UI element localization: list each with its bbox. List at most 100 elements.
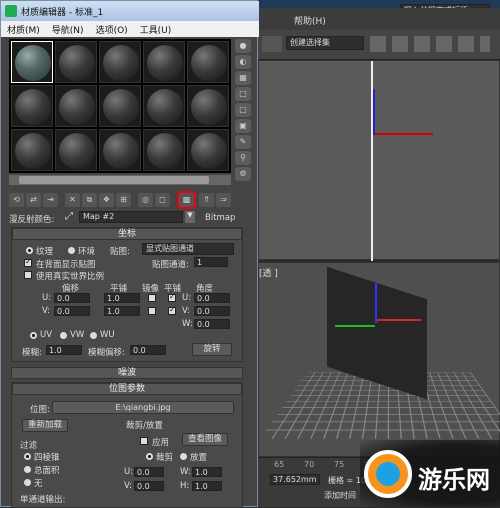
blur-offset-label: 模糊偏移: [88,348,125,358]
menu-options[interactable]: 选项(O) [90,21,134,38]
w-angle-spinner[interactable]: 0.0 [194,319,230,329]
put-to-scene-icon[interactable]: ⇄ [26,193,41,207]
material-id-icon[interactable]: ◎ [138,193,153,207]
sample-slot[interactable] [187,41,229,83]
options-icon[interactable]: ✎ [235,135,251,149]
wu-radio[interactable] [90,332,97,339]
apply-checkbox[interactable] [140,437,148,445]
u-offset-spinner[interactable]: 0.0 [54,293,90,303]
coord-field[interactable]: 37.652mm [270,474,320,485]
u-mirror-checkbox[interactable] [148,294,156,302]
v-offset-spinner[interactable]: 0.0 [54,306,90,316]
crop-v-spinner[interactable]: 0.0 [134,481,164,491]
sample-slot[interactable] [11,129,53,171]
reset-map-icon[interactable]: ✕ [65,193,80,207]
crop-w-spinner[interactable]: 1.0 [192,467,222,477]
sample-slot[interactable] [143,41,185,83]
video-check-icon[interactable]: ▢ [235,103,251,117]
mapping-dropdown[interactable]: 显式贴图通道 [142,243,234,255]
noise-rollout-title[interactable]: 噪波 [11,367,243,379]
v-mirror-checkbox[interactable] [148,307,156,315]
v-label: V: [42,306,50,316]
sample-slot[interactable] [99,41,141,83]
menu-material[interactable]: 材质(M) [1,21,46,38]
menu-utilities[interactable]: 工具(U) [134,21,178,38]
uv-tiling-icon[interactable]: □ [235,87,251,101]
blur-offset-spinner[interactable]: 0.0 [130,345,166,355]
sample-slot[interactable] [55,85,97,127]
reload-button[interactable]: 重新加载 [22,419,68,432]
assign-material-icon[interactable]: ⇥ [43,193,58,207]
crop-radio[interactable] [146,453,153,460]
rotate-button[interactable]: 旋转 [192,343,232,356]
sample-slot[interactable] [55,129,97,171]
u-label: U: [42,293,52,303]
map-type-button[interactable]: Bitmap [205,213,235,223]
go-to-parent-icon[interactable]: ⇑ [199,193,214,207]
map-name-field[interactable]: Map #2 [79,211,183,223]
chevron-down-icon[interactable]: ▼ [185,211,195,223]
sample-slot[interactable] [187,85,229,127]
preview-icon[interactable]: ▣ [235,119,251,133]
backlight-icon[interactable]: ◐ [235,55,251,69]
get-material-icon[interactable]: ⟲ [9,193,24,207]
u-tiling-spinner[interactable]: 1.0 [104,293,140,303]
make-copy-icon[interactable]: ⧉ [82,193,97,207]
v-tiling-spinner[interactable]: 1.0 [104,306,140,316]
select-by-material-icon[interactable]: ⚲ [235,151,251,165]
scroll-thumb[interactable] [19,176,209,184]
sample-slot[interactable] [143,129,185,171]
v-tile-checkbox[interactable] [168,305,176,315]
bitmap-path-button[interactable]: E:\qiangbi.jpg [52,401,234,414]
bitmap-rollout-title[interactable]: 位图参数 [12,383,242,395]
view-image-button[interactable]: 查看图像 [182,433,228,446]
sample-slot[interactable] [99,129,141,171]
texture-radio[interactable] [26,247,33,254]
u-tile-checkbox[interactable] [168,292,176,302]
show-end-result-icon[interactable]: ◻ [155,193,170,207]
summed-radio[interactable] [24,466,31,473]
environ-radio[interactable] [68,247,75,254]
tick-label: 75 [334,460,345,469]
channel-spinner[interactable]: 1 [194,257,228,267]
select-set-dropdown[interactable]: 创建选择集 [286,36,364,50]
sample-slot[interactable] [187,129,229,171]
show-map-in-viewport-icon[interactable]: ▩ [177,191,196,209]
sample-slot[interactable] [143,85,185,127]
show-back-checkbox[interactable] [24,257,32,267]
none-radio[interactable] [24,479,31,486]
coords-rollout-title[interactable]: 坐标 [12,228,242,240]
app-icon [5,5,17,17]
sample-slot[interactable] [11,85,53,127]
sample-slot[interactable] [99,85,141,127]
put-to-library-icon[interactable]: ⊞ [116,193,131,207]
pyramidal-radio[interactable] [24,453,31,460]
crop-u-spinner[interactable]: 0.0 [134,467,164,477]
crop-h-spinner[interactable]: 1.0 [192,481,222,491]
sample-slot[interactable] [11,41,53,83]
vw-radio[interactable] [60,332,67,339]
viewport-perspective[interactable]: [透 ] [258,262,500,457]
viewport-label: [透 ] [259,269,278,279]
place-radio[interactable] [180,453,187,460]
material-navigator-icon[interactable]: ⚙ [235,167,251,181]
real-world-checkbox[interactable] [24,271,32,279]
viewport-top[interactable] [258,60,500,261]
sample-slot[interactable] [55,41,97,83]
make-unique-icon[interactable]: ❖ [99,193,114,207]
add-time-tag[interactable]: 添加时间 [324,490,356,501]
background-icon[interactable]: ▦ [235,71,251,85]
v-angle-spinner[interactable]: 0.0 [194,306,230,316]
menu-navigation[interactable]: 导航(N) [46,21,90,38]
host-tool-icon[interactable] [262,36,282,52]
sample-type-icon[interactable]: ● [235,39,251,53]
host-tool-icons[interactable] [370,36,490,52]
go-forward-sibling-icon[interactable]: ⇒ [216,193,231,207]
uv-radio[interactable] [30,332,37,339]
u-angle-spinner[interactable]: 0.0 [194,293,230,303]
eyedropper-icon[interactable]: ⤢ [65,211,73,222]
blur-spinner[interactable]: 1.0 [46,345,82,355]
slot-scrollbar[interactable] [9,175,231,185]
host-help-menu[interactable]: 帮助(H) [294,14,326,27]
sphere-icon [15,89,51,125]
